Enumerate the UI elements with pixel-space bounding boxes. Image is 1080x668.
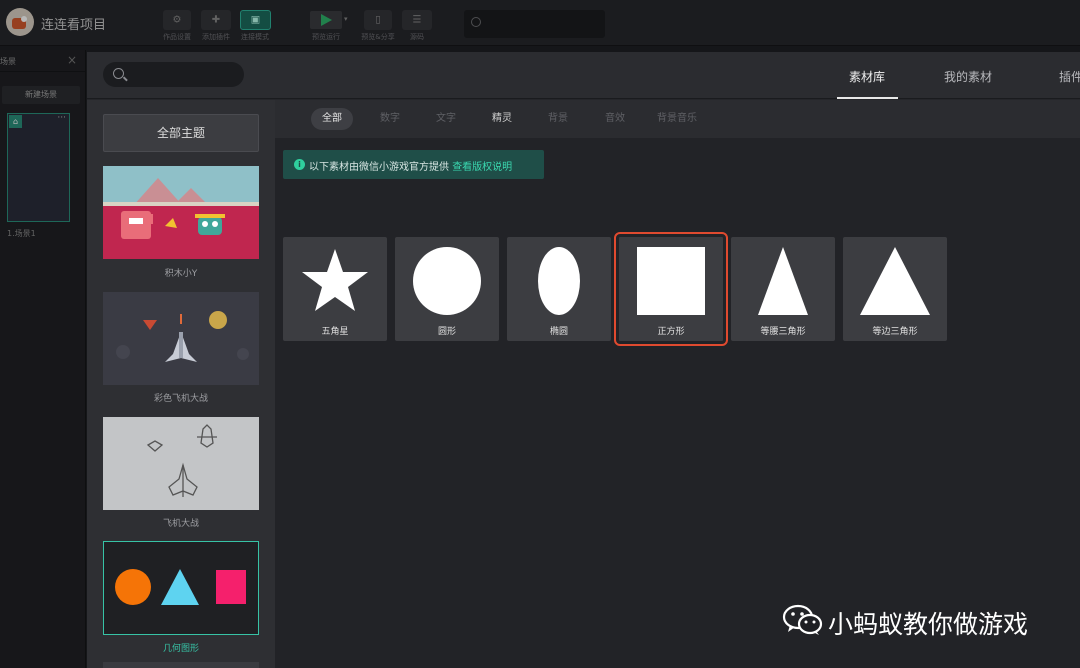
theme-plane-war-thumbnail bbox=[103, 417, 259, 510]
triangle-shape bbox=[161, 569, 199, 605]
theme-geometry-thumbnail bbox=[115, 569, 246, 605]
copyright-notice: i 以下素材由微信小游戏官方提供 查看版权说明 bbox=[283, 150, 544, 179]
active-tab-underline bbox=[837, 97, 898, 99]
tab-my-materials[interactable]: 我的素材 bbox=[944, 68, 992, 85]
info-icon: i bbox=[294, 159, 305, 170]
ellipse-icon bbox=[538, 247, 580, 315]
theme-sidebar: 全部主题 积木小Y 彩色飞机大战 飞机大战 几何图形 bbox=[87, 100, 275, 668]
toolbar-label: 添加插件 bbox=[202, 33, 230, 41]
app-logo-icon bbox=[6, 8, 34, 36]
theme-blocks-y-thumbnail bbox=[103, 166, 259, 259]
top-search-input[interactable] bbox=[464, 10, 605, 38]
project-title: 连连看项目 bbox=[41, 18, 107, 33]
preview-share-button[interactable]: ▯ bbox=[364, 10, 392, 30]
theme-label: 彩色飞机大战 bbox=[153, 394, 208, 404]
toolbar-label: 作品设置 bbox=[163, 33, 191, 41]
theme-card-geometry[interactable] bbox=[103, 541, 259, 635]
filter-numbers[interactable]: 数字 bbox=[380, 108, 400, 130]
asset-name: 等边三角形 bbox=[872, 327, 918, 337]
asset-name: 五角星 bbox=[321, 327, 349, 337]
scene-panel-header: 场景 × bbox=[0, 50, 85, 72]
filter-text[interactable]: 文字 bbox=[436, 108, 456, 130]
material-library-modal: 素材库 我的素材 插件 全部主题 积木小Y 彩色飞机大战 飞机大战 几何图形 全… bbox=[87, 52, 1080, 668]
toolbar-label: 预览&分享 bbox=[361, 33, 395, 41]
circle-icon bbox=[413, 247, 481, 315]
scene-name: 1.场景1 bbox=[7, 229, 36, 238]
phone-icon: ▯ bbox=[375, 14, 381, 26]
modal-header: 素材库 我的素材 插件 bbox=[87, 52, 1080, 99]
source-button[interactable]: ☰ bbox=[402, 10, 432, 30]
app-topbar: 连连看项目 ⚙ 作品设置 ✚ 添加插件 ▣ 连接模式 ▾ 预览运行 ▯ 预览&分… bbox=[0, 0, 1080, 46]
project-settings-button[interactable]: ⚙ bbox=[163, 10, 191, 30]
toolbar-label: 预览运行 bbox=[312, 33, 340, 41]
filter-background-music[interactable]: 背景音乐 bbox=[657, 108, 697, 130]
asset-card-circle[interactable]: 圆形 bbox=[395, 237, 499, 341]
theme-label-selected: 几何图形 bbox=[162, 644, 199, 654]
all-themes-button[interactable]: 全部主题 bbox=[103, 114, 259, 152]
theme-label: 飞机大战 bbox=[162, 519, 199, 529]
filter-sound-effects[interactable]: 音效 bbox=[605, 108, 625, 130]
filter-backgrounds[interactable]: 背景 bbox=[548, 108, 568, 130]
scene-panel: 场景 × 新建场景 ⌂ ··· 1.场景1 bbox=[0, 50, 86, 668]
new-scene-button[interactable]: 新建场景 bbox=[2, 86, 80, 104]
theme-colorful-plane-war-thumbnail bbox=[103, 292, 259, 385]
asset-name: 圆形 bbox=[437, 327, 456, 337]
run-dropdown-icon[interactable]: ▾ bbox=[344, 15, 348, 23]
home-icon: ⌂ bbox=[9, 115, 22, 128]
circle-shape bbox=[115, 569, 151, 605]
material-search-input[interactable] bbox=[103, 62, 244, 87]
close-icon[interactable]: × bbox=[67, 53, 77, 67]
filter-all[interactable]: 全部 bbox=[311, 108, 353, 130]
star-icon bbox=[302, 249, 368, 311]
copyright-link[interactable]: 查看版权说明 bbox=[452, 162, 512, 173]
toolbar-label: 连接模式 bbox=[241, 33, 269, 41]
isosceles-triangle-icon bbox=[758, 247, 808, 315]
theme-card-blocks-y[interactable] bbox=[103, 166, 259, 259]
square-shape bbox=[216, 570, 246, 604]
next-theme-card-edge bbox=[103, 662, 259, 668]
asset-card-equilateral-triangle[interactable]: 等边三角形 bbox=[843, 237, 947, 341]
scene-thumbnail[interactable]: ⌂ ··· bbox=[7, 113, 70, 222]
notice-text-wrap: 以下素材由微信小游戏官方提供 查看版权说明 bbox=[309, 158, 512, 173]
more-icon[interactable]: ··· bbox=[57, 113, 66, 123]
asset-name: 等腰三角形 bbox=[760, 327, 806, 337]
watermark-text: 小蚂蚁教你做游戏 bbox=[828, 610, 1029, 639]
asset-card-ellipse[interactable]: 椭圆 bbox=[507, 237, 611, 341]
add-plugin-button[interactable]: ✚ bbox=[201, 10, 231, 30]
theme-label: 积木小Y bbox=[164, 269, 198, 279]
theme-card-plane-war[interactable] bbox=[103, 417, 259, 510]
run-button[interactable] bbox=[310, 11, 342, 29]
gear-icon: ⚙ bbox=[172, 14, 182, 26]
tab-material-library[interactable]: 素材库 bbox=[849, 68, 885, 85]
asset-name: 正方形 bbox=[657, 327, 685, 337]
toolbar-label: 源码 bbox=[410, 33, 424, 41]
search-icon bbox=[471, 17, 481, 27]
scene-panel-title: 场景 bbox=[0, 57, 16, 66]
asset-card-star[interactable]: 五角星 bbox=[283, 237, 387, 341]
watermark: 小蚂蚁教你做游戏 bbox=[782, 603, 1028, 639]
category-filter-bar: 全部 数字 文字 精灵 背景 音效 背景音乐 bbox=[275, 100, 1080, 138]
list-icon: ☰ bbox=[412, 14, 422, 26]
search-icon bbox=[113, 68, 124, 79]
puzzle-icon: ✚ bbox=[211, 14, 221, 26]
square-icon bbox=[637, 247, 705, 315]
asset-name: 椭圆 bbox=[549, 327, 568, 337]
notice-text: 以下素材由微信小游戏官方提供 bbox=[309, 162, 449, 173]
theme-card-colorful-plane-war[interactable] bbox=[103, 292, 259, 385]
asset-card-isosceles-triangle[interactable]: 等腰三角形 bbox=[731, 237, 835, 341]
filter-sprites[interactable]: 精灵 bbox=[492, 108, 512, 130]
equilateral-triangle-icon bbox=[860, 247, 930, 315]
wechat-icon bbox=[782, 604, 823, 635]
tab-plugins[interactable]: 插件 bbox=[1059, 68, 1080, 85]
connect-mode-button[interactable]: ▣ bbox=[240, 10, 271, 30]
asset-card-square[interactable]: 正方形 bbox=[614, 232, 728, 346]
device-icon: ▣ bbox=[250, 14, 261, 26]
material-content: 全部 数字 文字 精灵 背景 音效 背景音乐 i 以下素材由微信小游戏官方提供 … bbox=[275, 100, 1080, 668]
